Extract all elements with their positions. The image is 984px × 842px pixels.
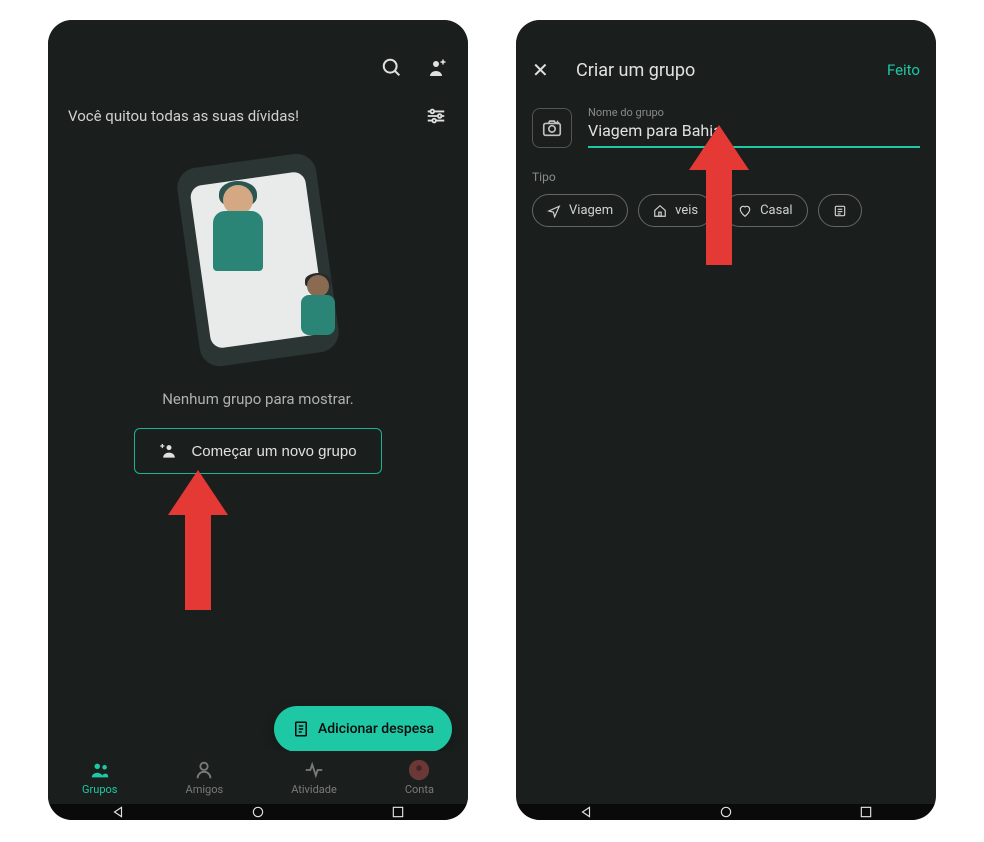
group-name-field[interactable]: Nome do grupo Viagem para Bahia [588, 106, 920, 148]
chip-home[interactable]: veis [638, 194, 713, 227]
camera-icon [541, 117, 563, 139]
recent-icon[interactable] [859, 805, 873, 819]
nav-activity[interactable]: Atividade [291, 759, 337, 796]
empty-state-text: Nenhum grupo para mostrar. [162, 390, 354, 408]
nav-account[interactable]: Conta [405, 759, 434, 796]
bottom-nav: Grupos Amigos Atividade Conta [48, 751, 468, 804]
receipt-icon [292, 720, 310, 738]
empty-illustration [158, 150, 358, 370]
group-name-input[interactable]: Viagem para Bahia [588, 121, 920, 148]
status-bar [48, 20, 468, 44]
fab-label: Adicionar despesa [318, 721, 434, 737]
add-photo-button[interactable] [532, 108, 572, 148]
house-icon [653, 204, 667, 218]
account-icon [408, 759, 430, 781]
chip-couple[interactable]: Casal [723, 194, 807, 227]
top-header [48, 44, 468, 92]
type-chips-row: Viagem veis Casal [516, 194, 936, 227]
type-section-label: Tipo [516, 152, 936, 194]
done-button[interactable]: Feito [887, 61, 920, 79]
nav-groups[interactable]: Grupos [82, 759, 117, 796]
heart-icon [738, 204, 752, 218]
add-group-icon [159, 441, 179, 461]
nav-friends-label: Amigos [186, 783, 224, 796]
groups-icon [89, 759, 111, 781]
phone-create-group: ✕ Criar um grupo Feito Nome do grupo Via… [516, 20, 936, 820]
group-name-label: Nome do grupo [588, 106, 920, 119]
illustration-area: Nenhum grupo para mostrar. Começar um no… [48, 140, 468, 474]
close-icon[interactable]: ✕ [532, 58, 556, 82]
android-nav-bar [516, 804, 936, 820]
chip-home-label: veis [675, 203, 698, 218]
start-group-label: Começar um novo grupo [191, 443, 356, 460]
chip-other[interactable] [818, 194, 862, 227]
nav-activity-label: Atividade [291, 783, 337, 796]
page-title: Criar um grupo [576, 60, 867, 81]
add-people-icon[interactable] [424, 56, 448, 80]
start-new-group-button[interactable]: Começar um novo grupo [134, 428, 381, 474]
chip-couple-label: Casal [760, 203, 792, 218]
settled-text: Você quitou todas as suas dívidas! [68, 107, 299, 125]
home-icon[interactable] [251, 805, 265, 819]
group-name-row: Nome do grupo Viagem para Bahia [516, 96, 936, 152]
recent-icon[interactable] [391, 805, 405, 819]
status-bar [516, 20, 936, 44]
home-icon[interactable] [719, 805, 733, 819]
chip-trip[interactable]: Viagem [532, 194, 628, 227]
activity-icon [303, 759, 325, 781]
add-expense-fab[interactable]: Adicionar despesa [274, 706, 452, 752]
nav-groups-label: Grupos [82, 783, 117, 796]
chip-trip-label: Viagem [569, 203, 613, 218]
list-icon [833, 204, 847, 218]
search-icon[interactable] [380, 56, 404, 80]
back-icon[interactable] [111, 805, 125, 819]
friends-icon [193, 759, 215, 781]
android-nav-bar [48, 804, 468, 820]
annotation-arrow [163, 470, 233, 610]
nav-friends[interactable]: Amigos [186, 759, 224, 796]
create-group-header: ✕ Criar um grupo Feito [516, 44, 936, 96]
phone-groups-empty: Você quitou todas as suas dívidas! Nenhu… [48, 20, 468, 820]
plane-icon [547, 204, 561, 218]
back-icon[interactable] [579, 805, 593, 819]
filter-icon[interactable] [424, 104, 448, 128]
settled-row: Você quitou todas as suas dívidas! [48, 92, 468, 140]
nav-account-label: Conta [405, 783, 434, 796]
